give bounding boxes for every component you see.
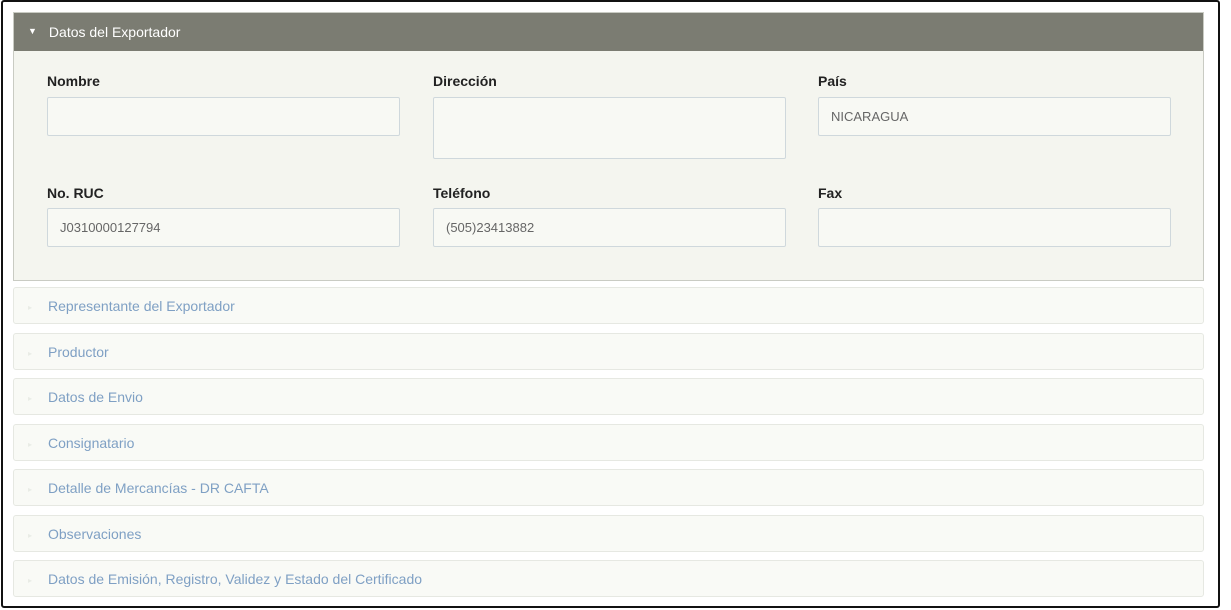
section-representante[interactable]: ▸ Representante del Exportador: [13, 287, 1204, 324]
caret-right-icon: ▸: [28, 348, 33, 358]
exportador-panel: ▼ Datos del Exportador Nombre Dirección …: [13, 12, 1204, 281]
caret-right-icon: ▸: [28, 575, 33, 585]
caret-down-icon: ▼: [28, 26, 37, 36]
caret-right-icon: ▸: [28, 530, 33, 540]
direccion-label: Dirección: [433, 73, 497, 89]
ruc-field[interactable]: J0310000127794: [47, 208, 400, 247]
section-observaciones[interactable]: ▸ Observaciones: [13, 515, 1204, 552]
pais-field[interactable]: NICARAGUA: [818, 97, 1171, 136]
section-productor[interactable]: ▸ Productor: [13, 333, 1204, 370]
ruc-label: No. RUC: [47, 185, 104, 201]
fax-label: Fax: [818, 185, 843, 201]
nombre-label: Nombre: [47, 73, 100, 89]
form-frame: ▼ Datos del Exportador Nombre Dirección …: [1, 0, 1220, 608]
section-label: Representante del Exportador: [48, 297, 235, 314]
caret-right-icon: ▸: [28, 439, 33, 449]
section-detalle-mercancias[interactable]: ▸ Detalle de Mercancías - DR CAFTA: [13, 469, 1204, 506]
section-label: Datos de Envio: [48, 388, 143, 405]
nombre-field[interactable]: [47, 97, 400, 136]
section-label: Productor: [48, 343, 109, 360]
section-datos-envio[interactable]: ▸ Datos de Envio: [13, 378, 1204, 415]
direccion-field[interactable]: [433, 97, 786, 159]
section-consignatario[interactable]: ▸ Consignatario: [13, 424, 1204, 461]
telefono-field[interactable]: (505)23413882: [433, 208, 786, 247]
section-label: Detalle de Mercancías - DR CAFTA: [48, 479, 269, 496]
fax-field[interactable]: [818, 208, 1171, 247]
caret-right-icon: ▸: [28, 484, 33, 494]
pais-label: País: [818, 73, 847, 89]
telefono-label: Teléfono: [433, 185, 491, 201]
caret-right-icon: ▸: [28, 393, 33, 403]
section-datos-emision[interactable]: ▸ Datos de Emisión, Registro, Validez y …: [13, 560, 1204, 597]
exportador-panel-title: Datos del Exportador: [48, 24, 181, 40]
caret-right-icon: ▸: [28, 302, 33, 312]
section-label: Datos de Emisión, Registro, Validez y Es…: [48, 570, 423, 587]
section-label: Consignatario: [48, 434, 135, 451]
section-label: Observaciones: [48, 525, 142, 542]
exportador-panel-header[interactable]: ▼ Datos del Exportador: [14, 13, 1203, 51]
